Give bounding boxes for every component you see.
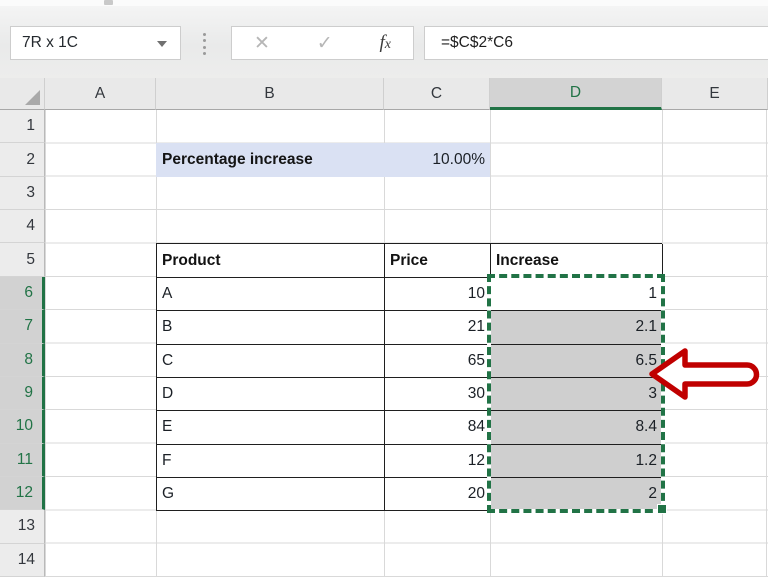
excel-window: 7R x 1C ✕ ✓ fx =$C$2*C6 A B C D E 1 2 3 … xyxy=(0,0,768,577)
product-cell[interactable]: A xyxy=(157,277,385,312)
column-header-e[interactable]: E xyxy=(662,78,768,110)
formula-bar-separator[interactable] xyxy=(203,33,206,55)
price-cell[interactable]: 10 xyxy=(385,277,491,312)
table-header-product[interactable]: Product xyxy=(157,244,385,278)
row-header-13[interactable]: 13 xyxy=(0,510,45,544)
row-header-3[interactable]: 3 xyxy=(0,176,45,211)
row-header-5[interactable]: 5 xyxy=(0,243,45,277)
column-header-d[interactable]: D xyxy=(490,78,662,110)
product-cell[interactable]: D xyxy=(157,377,385,412)
formula-text: =$C$2*C6 xyxy=(441,34,513,51)
price-cell[interactable]: 12 xyxy=(385,444,491,478)
column-header-c[interactable]: C xyxy=(384,78,490,110)
name-box-dropdown-icon[interactable] xyxy=(157,41,167,47)
formula-bar: 7R x 1C ✕ ✓ fx =$C$2*C6 xyxy=(0,6,768,78)
percentage-row: Percentage increase 10.00% xyxy=(156,143,490,177)
red-arrow-icon xyxy=(649,348,760,400)
row-header-12[interactable]: 12 xyxy=(0,476,45,511)
table-header-price[interactable]: Price xyxy=(385,244,491,278)
formula-input[interactable]: =$C$2*C6 xyxy=(424,26,768,60)
product-cell[interactable]: C xyxy=(157,344,385,378)
row-headers: 1 2 3 4 5 6 7 8 9 10 11 12 13 14 xyxy=(0,110,45,577)
row-header-9[interactable]: 9 xyxy=(0,376,45,411)
selection-marquee xyxy=(487,273,665,513)
row-header-10[interactable]: 10 xyxy=(0,410,45,444)
select-all-icon xyxy=(25,90,40,105)
insert-function-icon[interactable]: fx xyxy=(380,32,392,54)
row-header-4[interactable]: 4 xyxy=(0,210,45,244)
table-header-increase[interactable]: Increase xyxy=(491,244,663,278)
column-header-b[interactable]: B xyxy=(156,78,384,110)
worksheet-grid: A B C D E 1 2 3 4 5 6 7 8 9 10 11 12 13 … xyxy=(0,78,768,577)
price-cell[interactable]: 84 xyxy=(385,411,491,445)
price-cell[interactable]: 21 xyxy=(385,311,491,345)
product-cell[interactable]: E xyxy=(157,411,385,445)
price-cell[interactable]: 65 xyxy=(385,344,491,378)
fill-handle[interactable] xyxy=(657,504,667,514)
row-header-7[interactable]: 7 xyxy=(0,310,45,344)
product-cell[interactable]: B xyxy=(157,311,385,345)
row-header-11[interactable]: 11 xyxy=(0,443,45,477)
percentage-value-cell[interactable]: 10.00% xyxy=(384,151,490,169)
column-headers: A B C D E xyxy=(0,78,768,110)
row-header-2[interactable]: 2 xyxy=(0,143,45,177)
row-header-6[interactable]: 6 xyxy=(0,276,45,311)
percentage-label-cell[interactable]: Percentage increase xyxy=(156,151,384,169)
row-header-14[interactable]: 14 xyxy=(0,543,45,577)
row-header-1[interactable]: 1 xyxy=(0,110,45,144)
product-cell[interactable]: G xyxy=(157,477,385,512)
price-cell[interactable]: 20 xyxy=(385,477,491,512)
column-header-a[interactable]: A xyxy=(45,78,156,110)
select-all-corner[interactable] xyxy=(0,78,45,110)
row-header-8[interactable]: 8 xyxy=(0,343,45,377)
price-cell[interactable]: 30 xyxy=(385,377,491,412)
enter-icon[interactable]: ✓ xyxy=(317,34,333,53)
ribbon-control-fragment xyxy=(104,0,113,5)
marching-ants-border xyxy=(487,273,665,513)
cancel-icon[interactable]: ✕ xyxy=(254,34,270,53)
formula-bar-buttons: ✕ ✓ fx xyxy=(231,26,414,60)
name-box-value: 7R x 1C xyxy=(22,34,78,51)
product-cell[interactable]: F xyxy=(157,444,385,478)
name-box[interactable]: 7R x 1C xyxy=(10,26,181,60)
